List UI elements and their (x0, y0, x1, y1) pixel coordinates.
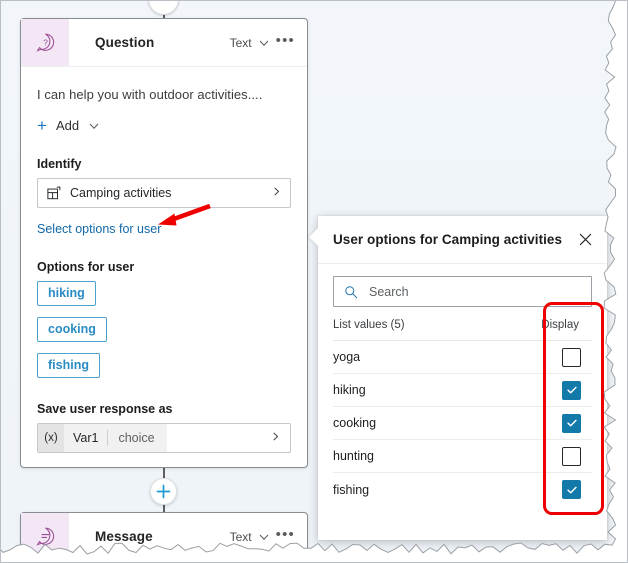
entity-table-icon (47, 186, 61, 200)
display-cell (562, 480, 592, 499)
display-checkbox[interactable] (562, 446, 581, 466)
list-header: List values (5) Display (333, 319, 592, 341)
ellipsis-icon[interactable]: ••• (276, 527, 295, 544)
question-prompt-text[interactable]: I can help you with outdoor activities..… (37, 87, 291, 102)
display-cell (562, 347, 592, 367)
display-checkbox[interactable] (562, 413, 581, 433)
display-cell (562, 446, 592, 466)
question-node-body: I can help you with outdoor activities..… (21, 67, 307, 453)
search-icon (345, 285, 358, 298)
checkmark-icon (566, 419, 577, 427)
chevron-down-icon[interactable] (88, 120, 100, 132)
variable-x-icon: (x) (38, 424, 64, 452)
screenshot-root: ? Question Text ••• I can help you with … (0, 0, 628, 563)
options-for-user-label: Options for user (37, 260, 135, 274)
variable-token: (x) Var1 choice (38, 424, 167, 452)
checkmark-icon (566, 386, 577, 394)
identify-label: Identify (37, 157, 82, 171)
message-node[interactable]: Message Text ••• (20, 512, 308, 563)
checkmark-icon (566, 486, 577, 493)
question-node-title: Question (95, 35, 155, 50)
row-label: yoga (333, 350, 361, 364)
question-speech-bubble-icon: ? (35, 33, 54, 52)
option-chip[interactable]: hiking (37, 281, 96, 306)
variable-name: Var1 (73, 431, 99, 445)
row-label: fishing (333, 482, 370, 497)
table-row[interactable]: fishing (333, 473, 592, 506)
add-label: Add (55, 118, 80, 133)
question-node-header-actions: Text ••• (230, 33, 307, 50)
user-options-panel[interactable]: User options for Camping activities List… (309, 216, 607, 540)
question-icon-container: ? (21, 19, 69, 66)
message-node-title: Message (95, 529, 153, 544)
display-column-header: Display (541, 319, 579, 331)
red-pointer-arrow (158, 204, 211, 226)
search-input[interactable] (367, 283, 581, 300)
row-label: hiking (333, 383, 366, 397)
display-checkbox[interactable] (562, 347, 581, 367)
question-type-label[interactable]: Text (230, 36, 252, 50)
message-node-header: Message Text ••• (21, 513, 307, 561)
list-values-count: List values (5) (333, 319, 405, 331)
save-response-label: Save user response as (37, 402, 173, 416)
search-box[interactable] (333, 276, 592, 307)
plus-icon: + (37, 115, 47, 135)
message-node-header-actions: Text ••• (230, 527, 307, 544)
add-node-button[interactable] (150, 478, 177, 505)
close-icon[interactable] (578, 232, 593, 247)
chevron-right-icon (270, 429, 290, 447)
display-checkbox[interactable] (562, 380, 581, 400)
add-response-button[interactable]: + Add (37, 115, 291, 135)
table-row[interactable]: yoga (333, 341, 592, 374)
row-label: hunting (333, 449, 375, 463)
table-row[interactable]: hunting (333, 440, 592, 473)
question-node[interactable]: ? Question Text ••• I can help you with … (20, 18, 308, 468)
message-type-label[interactable]: Text (230, 530, 252, 544)
chevron-down-icon[interactable] (258, 531, 270, 543)
ellipsis-icon[interactable]: ••• (276, 33, 295, 50)
panel-beak (309, 228, 318, 246)
option-chip[interactable]: cooking (37, 317, 107, 342)
message-icon-container (21, 513, 69, 560)
row-label: cooking (333, 416, 377, 430)
display-cell (562, 413, 592, 433)
question-node-header: ? Question Text ••• (21, 19, 307, 67)
select-options-link[interactable]: Select options for user (37, 222, 161, 236)
display-cell (562, 380, 592, 400)
chevron-down-icon[interactable] (258, 37, 270, 49)
options-chip-list: hiking cooking fishing (37, 281, 291, 389)
panel-title: User options for Camping activities (333, 232, 563, 247)
chevron-right-icon (271, 184, 282, 202)
panel-header: User options for Camping activities (318, 216, 607, 264)
list-values-table: yoga hiking cooking hunting fishing (333, 341, 592, 506)
plus-icon (156, 484, 171, 499)
option-chip[interactable]: fishing (37, 353, 100, 378)
message-speech-bubble-icon (35, 527, 54, 546)
variable-type: choice (118, 431, 155, 445)
identify-value: Camping activities (70, 186, 172, 200)
svg-text:?: ? (43, 38, 48, 48)
save-variable-field[interactable]: (x) Var1 choice (37, 423, 291, 453)
table-row[interactable]: cooking (333, 407, 592, 440)
panel-body: List values (5) Display yoga hiking (318, 264, 607, 506)
display-checkbox[interactable] (562, 480, 581, 499)
table-row[interactable]: hiking (333, 374, 592, 407)
